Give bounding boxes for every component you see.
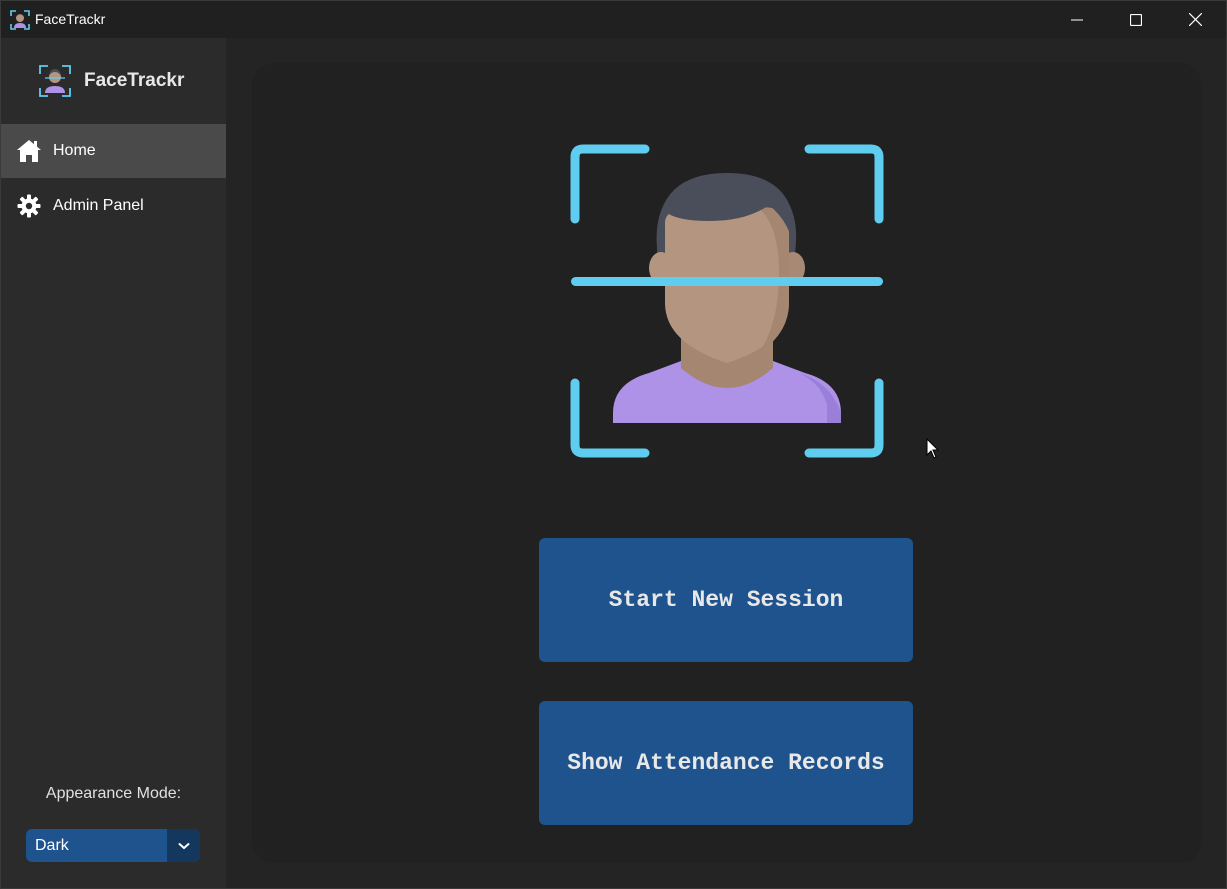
minimize-icon [1071,19,1083,20]
sidebar-item-label: Home [53,142,96,159]
close-icon [1188,13,1202,26]
app-icon [10,10,30,30]
home-icon [16,138,42,164]
start-new-session-button[interactable]: Start New Session [539,538,913,662]
maximize-button[interactable] [1107,1,1165,38]
sidebar-item-label: Admin Panel [53,197,144,214]
sidebar: FaceTrackr Home Admin Panel Appearance M… [1,38,226,888]
dropdown-arrow-button[interactable] [167,829,200,862]
title-bar[interactable]: FaceTrackr [1,1,1226,38]
brand: FaceTrackr [38,64,184,98]
appearance-mode-label: Appearance Mode: [45,785,182,802]
brand-logo-icon [39,65,71,97]
window-title: FaceTrackr [35,11,106,27]
main-panel: Start New Session Show Attendance Record… [252,63,1202,863]
app-window: FaceTrackr FaceTrackr Home Admin Panel A… [0,0,1227,889]
gear-icon [16,193,42,219]
close-button[interactable] [1166,1,1224,38]
sidebar-item-admin-panel[interactable]: Admin Panel [1,179,226,233]
chevron-down-icon [178,842,189,849]
appearance-mode-value: Dark [35,837,69,854]
brand-name: FaceTrackr [84,70,185,91]
maximize-icon [1130,13,1142,26]
mouse-cursor-icon [926,438,940,459]
minimize-button[interactable] [1048,1,1106,38]
face-scan-icon [570,144,884,458]
sidebar-item-home[interactable]: Home [1,124,226,178]
show-attendance-records-button[interactable]: Show Attendance Records [539,701,913,825]
appearance-mode-select[interactable]: Dark [26,829,200,862]
